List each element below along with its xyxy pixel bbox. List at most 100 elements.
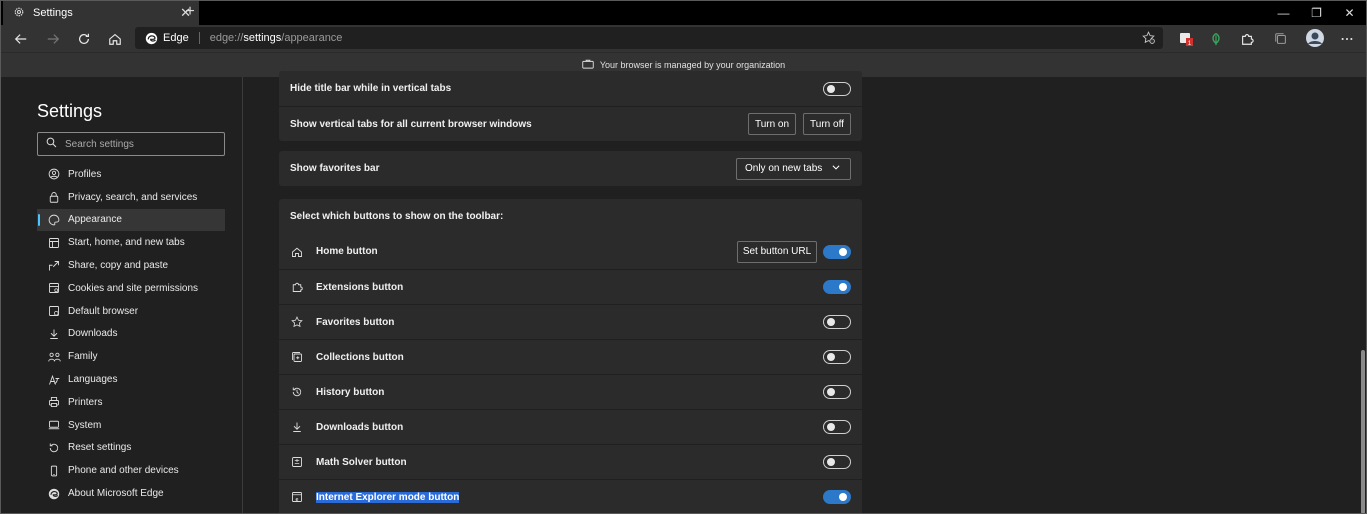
language-icon — [47, 373, 61, 387]
home-icon — [109, 33, 121, 45]
favorites-bar-value: Only on new tabs — [745, 163, 823, 174]
settings-nav: Profiles Privacy, search, and services App… — [37, 163, 225, 505]
sidebar-item-label: Privacy, search, and services — [68, 191, 198, 203]
sidebar-item-cookies-and-site-permissions[interactable]: Cookies and site permissions — [37, 277, 225, 300]
sidebar-item-label: Family — [68, 351, 98, 363]
sidebar-item-printers[interactable]: Printers — [37, 391, 225, 414]
gear-icon — [13, 6, 25, 21]
back-arrow-icon — [14, 34, 27, 44]
sidebar-item-label: Printers — [68, 396, 103, 408]
reset-icon — [47, 441, 61, 455]
minimize-button[interactable]: — — [1267, 1, 1300, 25]
family-icon — [47, 350, 61, 364]
hide-title-bar-row: Hide title bar while in vertical tabs — [279, 71, 862, 106]
profile-avatar[interactable] — [1304, 27, 1326, 49]
turn-off-button[interactable]: Turn off — [803, 113, 851, 135]
restore-button[interactable]: ❐ — [1300, 1, 1333, 25]
toolbar-option-label: Favorites button — [316, 316, 395, 328]
toolbar-option-toggle[interactable] — [823, 490, 851, 504]
favorites-bar-select[interactable]: Only on new tabs — [736, 157, 851, 180]
new-tab-button[interactable]: + — [182, 3, 198, 21]
browser-icon — [47, 304, 61, 318]
toolbar-buttons-heading-row: Select which buttons to show on the tool… — [279, 199, 862, 234]
toolbar-option-label: Extensions button — [316, 281, 404, 293]
home-button[interactable] — [105, 29, 125, 49]
forward-button[interactable] — [43, 29, 63, 49]
toolbar-option-row: Favorites button — [279, 304, 862, 339]
sidebar-item-family[interactable]: Family — [37, 345, 225, 368]
turn-on-button[interactable]: Turn on — [748, 113, 796, 135]
download-icon — [47, 327, 61, 341]
refresh-button[interactable] — [74, 29, 94, 49]
sidebar-item-label: Profiles — [68, 168, 102, 180]
sidebar-item-downloads[interactable]: Downloads — [37, 323, 225, 346]
toolbar-option-row: Collections button — [279, 339, 862, 374]
managed-text: Your browser is managed by your organiza… — [599, 60, 786, 70]
profile-icon — [47, 167, 61, 181]
back-button[interactable] — [11, 29, 31, 49]
edge-label: Edge — [163, 32, 189, 44]
collections-icon — [290, 351, 304, 363]
toolbar-option-toggle[interactable] — [823, 350, 851, 364]
sidebar-item-reset-settings[interactable]: Reset settings — [37, 437, 225, 460]
sidebar-item-privacy-search-and-services[interactable]: Privacy, search, and services — [37, 186, 225, 209]
sidebar-item-label: About Microsoft Edge — [68, 488, 164, 500]
system-icon — [47, 418, 61, 432]
scrollbar-thumb[interactable] — [1361, 350, 1365, 513]
palette-icon — [47, 213, 61, 227]
extensions-puzzle-icon[interactable] — [1237, 29, 1257, 49]
download-icon — [290, 421, 304, 433]
sidebar-item-label: Languages — [68, 374, 118, 386]
address-bar[interactable]: Edge edge://settings/appearance — [135, 27, 1163, 49]
sidebar-item-appearance[interactable]: Appearance — [37, 208, 225, 232]
url-host: settings — [243, 32, 282, 44]
sidebar-item-label: System — [68, 419, 102, 431]
browser-window: Settings ✕ + — ❐ ✕ Edge edge:// settings… — [0, 0, 1367, 514]
phone-icon — [47, 464, 61, 478]
set-button-url-button[interactable]: Set button URL — [737, 240, 817, 263]
toolbar-option-toggle[interactable] — [823, 280, 851, 294]
appearance-panel: Hide title bar while in vertical tabs Sh… — [244, 71, 1366, 513]
toolbar-option-label: Internet Explorer mode button — [316, 491, 460, 503]
search-input[interactable] — [65, 138, 215, 150]
browser-toolbar: Edge edge://settings/appearance 1 — [1, 25, 1366, 52]
tab-settings[interactable]: Settings ✕ — [3, 1, 199, 25]
lock-icon — [47, 190, 61, 204]
hide-title-bar-toggle[interactable] — [823, 81, 851, 96]
toolbar-option-row: Extensions button — [279, 269, 862, 304]
more-menu-icon[interactable] — [1337, 29, 1357, 49]
sidebar-item-start-home-and-new-tabs[interactable]: Start, home, and new tabs — [37, 231, 225, 254]
sidebar-item-default-browser[interactable]: Default browser — [37, 300, 225, 323]
toolbar-option-toggle[interactable] — [823, 420, 851, 434]
extension-leaf-icon[interactable] — [1206, 29, 1226, 49]
search-box[interactable] — [37, 132, 225, 156]
svg-text:e: e — [296, 497, 299, 503]
sidebar-item-about-microsoft-edge[interactable]: About Microsoft Edge — [37, 482, 225, 505]
toolbar-option-label: History button — [316, 386, 385, 398]
history-icon — [290, 386, 304, 398]
toolbar-option-toggle[interactable] — [823, 385, 851, 399]
toolbar-option-toggle[interactable] — [823, 315, 851, 329]
url-scheme: edge:// — [209, 32, 244, 44]
sidebar-item-languages[interactable]: Languages — [37, 368, 225, 391]
scrollbar[interactable] — [1359, 77, 1365, 513]
share-icon — [47, 259, 61, 273]
sidebar-item-profiles[interactable]: Profiles — [37, 163, 225, 186]
page-title: Settings — [37, 101, 103, 121]
toolbar-option-label: Home button — [316, 246, 378, 257]
add-favorite-icon[interactable] — [1142, 31, 1155, 47]
sidebar-item-system[interactable]: System — [37, 414, 225, 437]
toolbar-buttons-list: Home button Set button URL Extensions butt… — [279, 234, 862, 513]
toolbar-option-toggle[interactable] — [823, 244, 851, 259]
briefcase-icon — [582, 59, 594, 71]
sidebar-item-label: Appearance — [68, 214, 122, 226]
puzzle-icon — [290, 281, 304, 293]
sidebar-item-share-copy-and-paste[interactable]: Share, copy and paste — [37, 254, 225, 277]
vertical-tabs-card: Hide title bar while in vertical tabs Sh… — [279, 71, 862, 141]
close-window-button[interactable]: ✕ — [1333, 1, 1366, 25]
sidebar-item-phone-and-other-devices[interactable]: Phone and other devices — [37, 459, 225, 482]
extension-shield-icon[interactable]: 1 — [1176, 29, 1196, 49]
toolbar-option-toggle[interactable] — [823, 455, 851, 469]
collections-icon[interactable] — [1271, 29, 1291, 49]
show-vertical-tabs-row: Show vertical tabs for all current brows… — [279, 106, 862, 141]
